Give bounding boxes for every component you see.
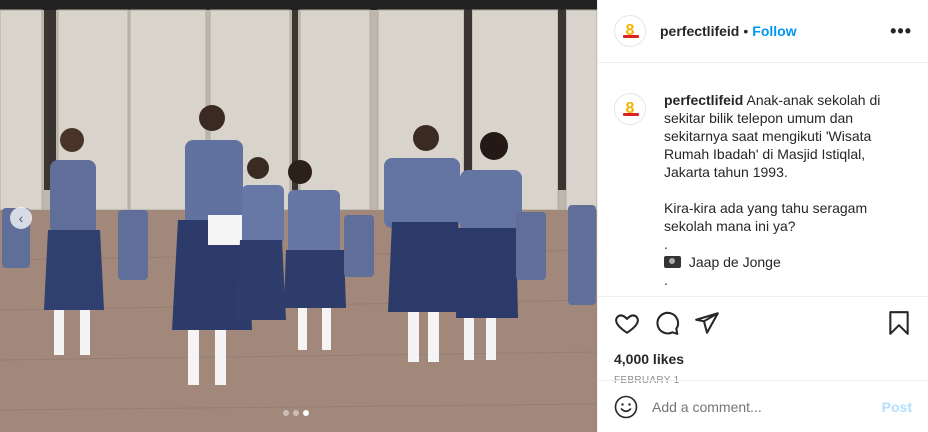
caption-section: 8 perfectlifeid Anak-anak sekolah di sek… xyxy=(598,63,928,296)
follow-button[interactable]: Follow xyxy=(752,23,796,39)
carousel-dot-active xyxy=(303,410,309,416)
carousel-prev-button[interactable]: ‹ xyxy=(10,207,32,229)
header-separator: • xyxy=(743,23,749,39)
share-icon[interactable] xyxy=(694,310,720,336)
caption-dot: . xyxy=(664,236,668,252)
caption-text: perfectlifeid Anak-anak sekolah di sekit… xyxy=(664,91,912,296)
caption-username[interactable]: perfectlifeid xyxy=(664,92,743,108)
carousel-indicator xyxy=(283,410,309,416)
heart-icon[interactable] xyxy=(614,310,640,336)
carousel-dot xyxy=(283,410,289,416)
caption-question: Kira-kira ada yang tahu seragam sekolah … xyxy=(664,200,868,234)
likes-count[interactable]: 4,000 likes xyxy=(598,349,928,369)
carousel-dot xyxy=(293,410,299,416)
comment-input[interactable] xyxy=(652,398,882,415)
caption-avatar[interactable]: 8 xyxy=(614,93,646,125)
photo-scene xyxy=(0,0,597,432)
chevron-left-icon: ‹ xyxy=(18,210,24,226)
comment-bar: Post xyxy=(598,380,928,432)
avatar[interactable]: 8 xyxy=(614,15,646,47)
post-header: 8 perfectlifeid • Follow ••• xyxy=(598,0,928,63)
more-options-icon[interactable]: ••• xyxy=(890,21,912,42)
post-comment-button[interactable]: Post xyxy=(882,399,912,415)
header-username[interactable]: perfectlifeid xyxy=(660,23,739,39)
camera-icon xyxy=(664,256,681,268)
post-sidebar: 8 perfectlifeid • Follow ••• 8 perfectli… xyxy=(597,0,928,432)
post-photo[interactable]: ‹ xyxy=(0,0,597,432)
comment-icon[interactable] xyxy=(654,310,680,336)
action-bar xyxy=(598,296,928,349)
photo-credit: Jaap de Jonge xyxy=(688,254,781,270)
smiley-icon[interactable] xyxy=(614,395,638,419)
bookmark-icon[interactable] xyxy=(886,310,912,336)
caption-dot: . xyxy=(664,272,668,288)
